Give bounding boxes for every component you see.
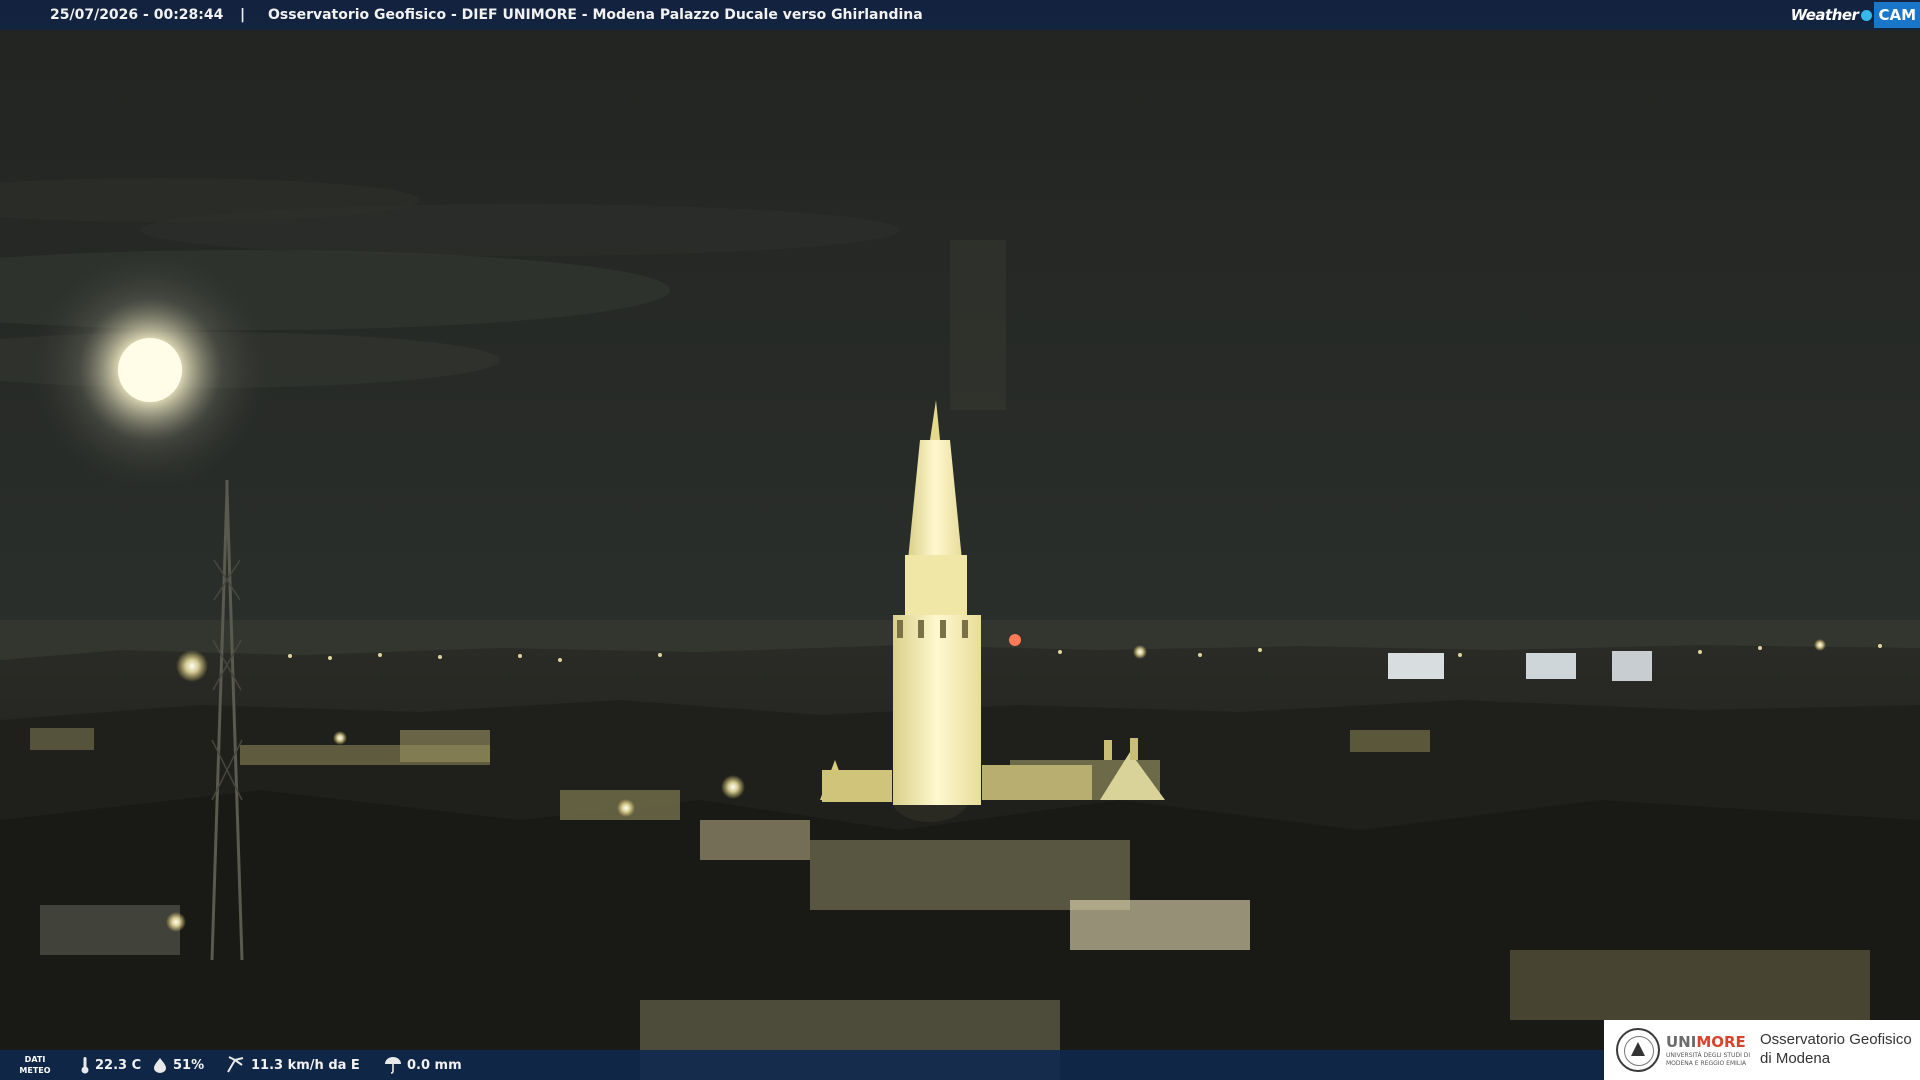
- title-separator: |: [240, 7, 246, 23]
- brand-uni: UNI: [1666, 1033, 1697, 1051]
- university-seal-icon: [1616, 1028, 1660, 1072]
- weathercam-logo: Weather CAM: [1791, 0, 1920, 30]
- brand-sub-line1: UNIVERSITÀ DEGLI STUDI DI: [1666, 1052, 1751, 1059]
- weathercam-logo-cam: CAM: [1874, 2, 1920, 28]
- unimore-logo-panel: UNIMORE UNIVERSITÀ DEGLI STUDI DI MODENA…: [1604, 1020, 1920, 1080]
- temperature-reading: 22.3 C: [80, 1050, 141, 1080]
- weather-data-label-line2: METEO: [19, 1066, 51, 1075]
- wind-reading: 11.3 km/h da E: [226, 1050, 360, 1080]
- webcam-image: [0, 0, 1920, 1080]
- rain-icon: [385, 1057, 401, 1074]
- wind-value: 11.3 km/h da E: [251, 1057, 360, 1073]
- weather-data-label-line1: DATI: [24, 1055, 46, 1064]
- humidity-reading: 51%: [152, 1050, 204, 1080]
- brand-more: MORE: [1696, 1033, 1746, 1051]
- weathercam-logo-weather: Weather: [1790, 6, 1859, 24]
- rain-reading: 0.0 mm: [384, 1050, 462, 1080]
- weather-data-bar: DATI METEO 22.3 C 51% 11.3 km/h da E 0.0…: [0, 1050, 1604, 1080]
- thermometer-icon: [81, 1057, 89, 1074]
- unimore-brand: UNIMORE UNIVERSITÀ DEGLI STUDI DI MODENA…: [1666, 1032, 1750, 1067]
- temperature-value: 22.3 C: [95, 1057, 142, 1073]
- wind-icon: [227, 1056, 244, 1073]
- observatory-name-line1: Osservatorio Geofisico: [1760, 1031, 1912, 1048]
- top-overlay-bar: 25/07/2026 - 00:28:44 | Osservatorio Geo…: [0, 0, 1920, 30]
- humidity-icon: [154, 1058, 166, 1073]
- rain-value: 0.0 mm: [407, 1057, 462, 1073]
- weather-data-label: DATI METEO: [12, 1054, 58, 1076]
- humidity-value: 51%: [173, 1057, 205, 1073]
- timestamp: 25/07/2026 - 00:28:44: [50, 7, 224, 23]
- camera-title: Osservatorio Geofisico - DIEF UNIMORE - …: [268, 7, 923, 23]
- weathercam-dot-icon: [1861, 9, 1873, 21]
- observatory-name-line2: di Modena: [1760, 1050, 1831, 1067]
- brand-sub-line2: MODENA E REGGIO EMILIA: [1666, 1060, 1747, 1067]
- observatory-name: Osservatorio Geofisico di Modena: [1760, 1030, 1912, 1068]
